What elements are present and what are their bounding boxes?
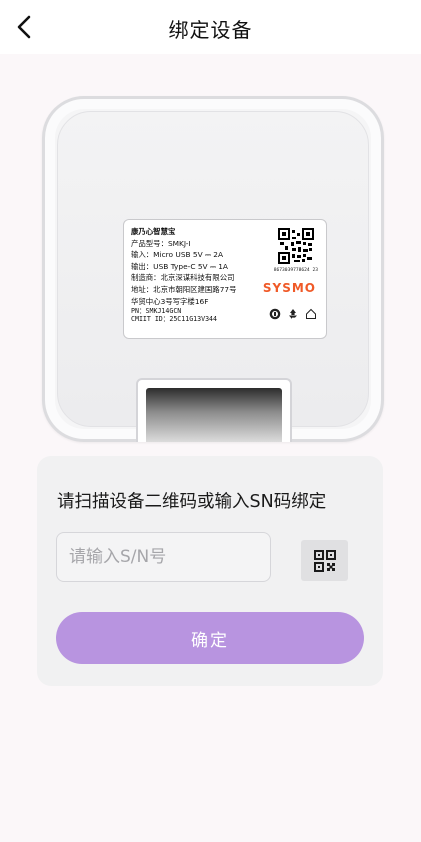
certification-icons [269,308,317,320]
qr-code-image [278,228,314,264]
device-label: 康乃心智慧宝 产品型号：SMKJ-I 输入：Micro USB 5V ⎓ 2A … [123,219,327,339]
label-serial: 8673039778624 23 [273,268,318,273]
bind-instruction: 请扫描设备二维码或输入SN码绑定 [57,492,327,512]
label-address-line1: 地址：北京市朝阳区建国路77号 [131,284,237,294]
label-input: 输入：Micro USB 5V ⎓ 2A [131,250,224,260]
label-manufacturer: 制造商：北京深谋科技有限公司 [131,273,235,283]
brand-logo: SYSMO [262,281,316,295]
sn-input[interactable] [56,532,271,582]
bind-form-card: 请扫描设备二维码或输入SN码绑定 确定 [37,456,383,686]
label-pn: PN：SMKJ14GCN [131,307,182,316]
indoor-use-icon [306,308,316,319]
device-illustration: 康乃心智慧宝 产品型号：SMKJ-I 输入：Micro USB 5V ⎓ 2A … [42,96,384,442]
label-model: 产品型号：SMKJ-I [131,238,191,248]
label-product-name: 康乃心智慧宝 [131,227,176,236]
device-label-text: 康乃心智慧宝 产品型号：SMKJ-I 输入：Micro USB 5V ⎓ 2A … [131,226,236,323]
label-cmiit: CMIIT ID：25C11G13V344 [131,315,217,324]
recycle-icon [289,309,297,319]
qr-scan-icon [313,549,336,572]
label-output: 输出：USB Type-C 5V ⎓ 1A [131,261,228,271]
usb-port [136,378,292,442]
label-address-line2: 华贸中心3号写字楼16F [131,296,209,306]
scan-qr-button[interactable] [301,540,348,581]
header-bar: 绑定设备 [0,0,421,54]
page-content: 康乃心智慧宝 产品型号：SMKJ-I 输入：Micro USB 5V ⎓ 2A … [0,54,421,842]
page-title: 绑定设备 [168,18,253,42]
confirm-button[interactable]: 确定 [56,612,364,664]
no-battery-icon [269,308,281,320]
usb-port-opening [146,388,282,442]
